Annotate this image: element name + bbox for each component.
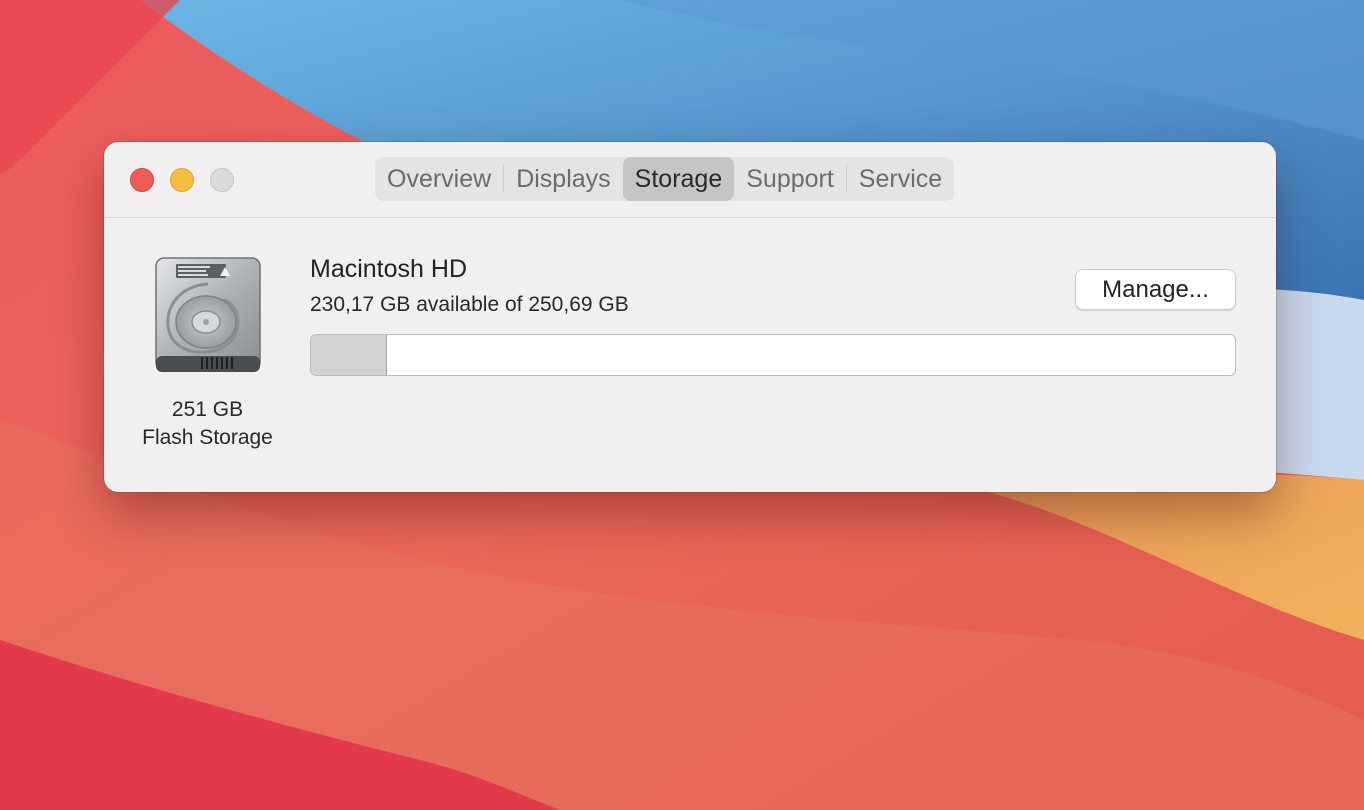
about-this-mac-window: Overview Displays Storage Support Servic… (104, 142, 1276, 492)
hard-disk-icon (155, 257, 261, 372)
tab-service[interactable]: Service (847, 157, 954, 201)
volume-name: Macintosh HD (310, 255, 467, 283)
storage-used-fill (311, 335, 387, 375)
tab-support[interactable]: Support (734, 157, 846, 201)
storage-usage-bar (310, 334, 1236, 376)
disk-type: Flash Storage (142, 426, 273, 449)
desktop: Overview Displays Storage Support Servic… (0, 0, 1364, 810)
disk-capacity: 251 GB (171, 398, 244, 421)
tab-bar: Overview Displays Storage Support Servic… (375, 157, 955, 201)
zoom-button[interactable] (210, 168, 234, 192)
window-titlebar: Overview Displays Storage Support Servic… (104, 142, 1276, 218)
tab-overview[interactable]: Overview (375, 157, 503, 201)
manage-button[interactable]: Manage... (1075, 269, 1236, 310)
volume-availability: 230,17 GB available of 250,69 GB (310, 293, 629, 316)
tab-storage[interactable]: Storage (622, 157, 735, 201)
close-button[interactable] (130, 168, 154, 192)
tab-displays[interactable]: Displays (504, 157, 622, 201)
minimize-button[interactable] (170, 168, 194, 192)
